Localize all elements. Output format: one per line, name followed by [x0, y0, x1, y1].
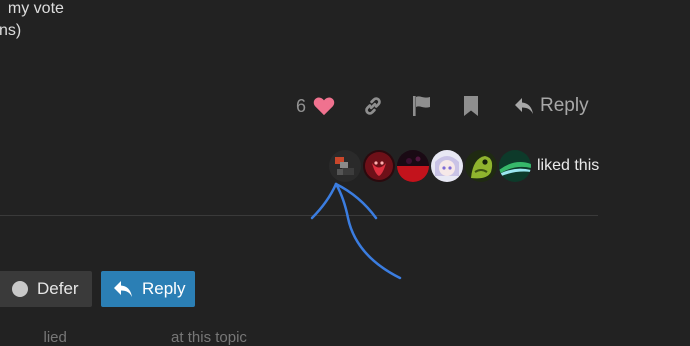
divider	[0, 215, 598, 216]
post-line-1: my vote	[0, 0, 64, 17]
reply-button[interactable]: Reply	[101, 271, 195, 307]
post-line-2: ns)	[0, 22, 22, 39]
like-count[interactable]: 6	[296, 96, 306, 117]
bookmark-icon[interactable]	[459, 94, 483, 118]
liker-avatar[interactable]	[397, 150, 429, 182]
heart-icon[interactable]	[312, 94, 336, 118]
post-text: my vote ns)	[0, 0, 64, 42]
reply-action-button[interactable]: Reply	[514, 92, 589, 120]
reply-button-label: Reply	[142, 279, 186, 298]
link-icon[interactable]	[361, 94, 385, 118]
liker-avatar[interactable]	[363, 150, 395, 182]
defer-button[interactable]: Defer	[0, 271, 92, 307]
defer-label: Defer	[37, 279, 79, 298]
liker-avatar[interactable]	[465, 150, 497, 182]
reply-arrow-icon	[515, 98, 533, 114]
likers-list: liked this	[329, 150, 599, 182]
liker-avatar[interactable]	[499, 150, 531, 182]
liker-avatar[interactable]	[431, 150, 463, 182]
reply-arrow-icon	[114, 281, 132, 297]
liker-avatar[interactable]	[329, 150, 361, 182]
footer-text: lied at this topic	[6, 329, 247, 346]
circle-icon	[12, 281, 28, 297]
reply-action-label: Reply	[540, 95, 589, 116]
liked-this-label: liked this	[537, 157, 600, 174]
flag-icon[interactable]	[410, 94, 434, 118]
